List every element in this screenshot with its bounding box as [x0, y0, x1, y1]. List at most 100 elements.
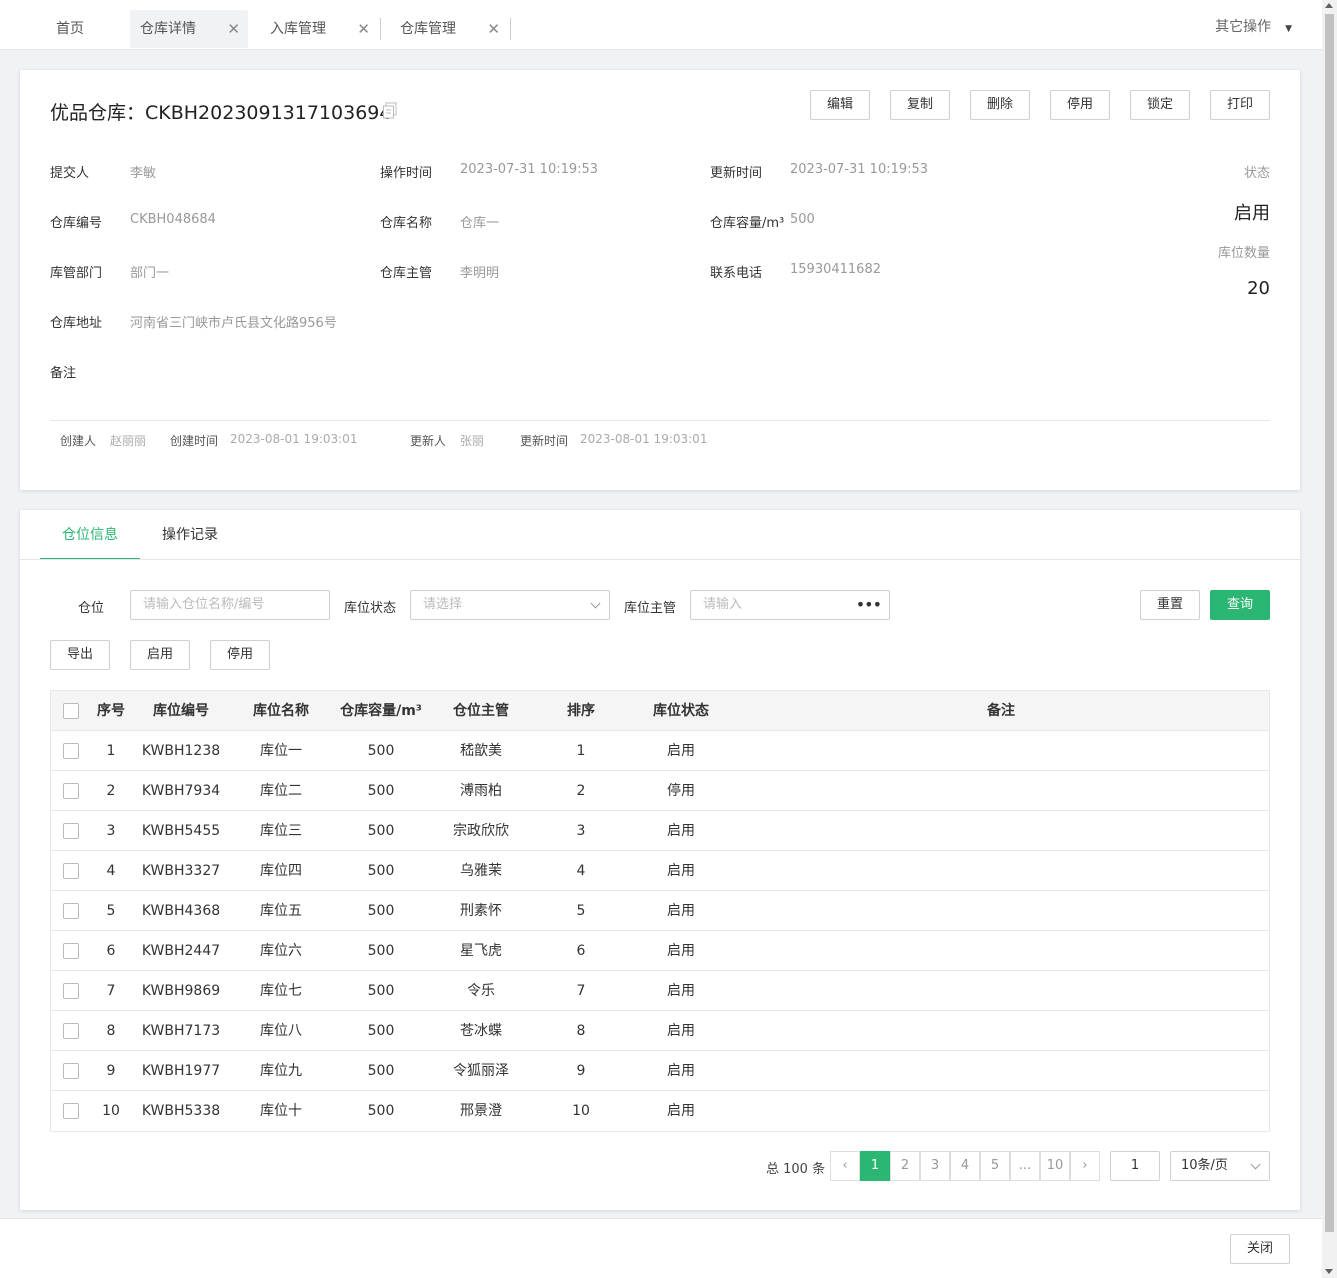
enable-button[interactable]: 启用 [130, 640, 190, 670]
table-cell: 苍冰蝶 [460, 1023, 502, 1039]
col-header: 备注 [987, 703, 1015, 719]
page-button[interactable]: 5 [980, 1151, 1010, 1181]
more-operations-dropdown[interactable]: 其它操作 ▼ [1215, 16, 1292, 36]
delete-button[interactable]: 删除 [970, 90, 1030, 120]
table-row[interactable]: 2 KWBH7934 库位二 500 溥雨柏 2 停用 [51, 771, 1269, 811]
footer-bar: 关闭 [0, 1218, 1322, 1278]
row-checkbox[interactable] [63, 903, 79, 919]
status-select[interactable]: 请选择 [410, 590, 610, 620]
col-header: 库位状态 [653, 703, 709, 719]
close-icon[interactable]: ✕ [487, 10, 500, 48]
table-cell: KWBH7934 [141, 783, 221, 799]
name-value: 仓库一 [460, 216, 500, 231]
query-button[interactable]: 查询 [1210, 590, 1270, 620]
scroll-down-icon[interactable] [1325, 1269, 1333, 1274]
close-icon[interactable]: ✕ [357, 10, 370, 48]
row-checkbox[interactable] [63, 943, 79, 959]
row-checkbox[interactable] [63, 743, 79, 759]
table-row[interactable]: 10 KWBH5338 库位十 500 邢景澄 10 启用 [51, 1091, 1269, 1131]
table-row[interactable]: 9 KWBH1977 库位九 500 令狐丽泽 9 启用 [51, 1051, 1269, 1091]
table-cell: 7 [106, 983, 116, 999]
next-page-button[interactable]: › [1070, 1151, 1100, 1181]
submitter-value: 李敏 [130, 166, 157, 181]
table-cell: 500 [367, 863, 395, 879]
table-cell: KWBH1238 [141, 743, 221, 759]
disable-selected-button[interactable]: 停用 [210, 640, 270, 670]
slot-search-input[interactable]: 请输入仓位名称/编号 [130, 590, 330, 620]
close-icon[interactable]: ✕ [227, 10, 240, 48]
export-button[interactable]: 导出 [50, 640, 110, 670]
row-checkbox[interactable] [63, 823, 79, 839]
table-cell: KWBH4368 [141, 903, 221, 919]
tab-op-log[interactable]: 操作记录 [140, 510, 240, 560]
row-checkbox[interactable] [63, 783, 79, 799]
page-button[interactable]: 10 [1040, 1151, 1070, 1181]
dept-value: 部门一 [130, 266, 170, 281]
table-cell: 启用 [667, 743, 695, 759]
page-button[interactable]: 4 [950, 1151, 980, 1181]
table-cell: 500 [367, 1063, 395, 1079]
prev-page-button[interactable]: ‹ [830, 1151, 860, 1181]
table-cell: 令乐 [467, 983, 495, 999]
manager-input-placeholder: 请输入 [703, 597, 743, 612]
scrollbar-thumb[interactable] [1325, 14, 1334, 1232]
row-checkbox[interactable] [63, 863, 79, 879]
table-cell: KWBH5338 [141, 1103, 221, 1119]
manager-input[interactable]: 请输入 ••• [690, 590, 890, 620]
table-row[interactable]: 8 KWBH7173 库位八 500 苍冰蝶 8 启用 [51, 1011, 1269, 1051]
table-cell: 启用 [667, 1063, 695, 1079]
table-row[interactable]: 7 KWBH9869 库位七 500 令乐 7 启用 [51, 971, 1269, 1011]
updater-value: 张丽 [460, 434, 485, 448]
table-cell: KWBH3327 [141, 863, 221, 879]
disable-button[interactable]: 停用 [1050, 90, 1110, 120]
row-checkbox[interactable] [63, 1063, 79, 1079]
chevron-down-icon [590, 598, 601, 609]
page-jump-input[interactable]: 1 [1110, 1151, 1160, 1181]
table-cell: 启用 [667, 943, 695, 959]
copy-icon[interactable] [382, 102, 398, 120]
table-row[interactable]: 4 KWBH3327 库位四 500 乌雅茉 4 启用 [51, 851, 1269, 891]
row-checkbox[interactable] [63, 1103, 79, 1119]
pagination-total: 总 100 条 [766, 1162, 826, 1177]
col-header: 仓库容量/m³ [340, 703, 422, 719]
row-checkbox[interactable] [63, 1023, 79, 1039]
tab-slot-info[interactable]: 仓位信息 [40, 510, 140, 560]
reset-button[interactable]: 重置 [1140, 590, 1200, 620]
row-checkbox[interactable] [63, 983, 79, 999]
copy-button[interactable]: 复制 [890, 90, 950, 120]
vertical-scrollbar[interactable] [1322, 0, 1337, 1278]
tab-home[interactable]: 首页 [46, 10, 126, 48]
table-row[interactable]: 5 KWBH4368 库位五 500 刑素怀 5 启用 [51, 891, 1269, 931]
table-cell: 500 [367, 1103, 395, 1119]
close-button[interactable]: 关闭 [1230, 1234, 1290, 1264]
capacity-label: 仓库容量/m³ [710, 216, 785, 231]
table-cell: 5 [106, 903, 116, 919]
phone-value: 15930411682 [790, 262, 881, 277]
table-cell: 乌雅茉 [460, 863, 502, 879]
page-button[interactable]: 3 [920, 1151, 950, 1181]
tab-inbound[interactable]: 入库管理 ✕ [260, 10, 378, 48]
table-row[interactable]: 6 KWBH2447 库位六 500 星飞虎 6 启用 [51, 931, 1269, 971]
table-row[interactable]: 1 KWBH1238 库位一 500 嵇歆美 1 启用 [51, 731, 1269, 771]
tab-warehouse-detail[interactable]: 仓库详情 ✕ [130, 10, 248, 48]
table-cell: 令狐丽泽 [453, 1063, 509, 1079]
select-all-checkbox[interactable] [63, 703, 79, 719]
table-row[interactable]: 3 KWBH5455 库位三 500 宗政欣欣 3 启用 [51, 811, 1269, 851]
table-cell: 3 [576, 823, 586, 839]
table-cell: 7 [576, 983, 586, 999]
table-cell: 500 [367, 783, 395, 799]
page-button[interactable]: 1 [860, 1151, 890, 1181]
more-icon[interactable]: ••• [856, 591, 882, 619]
optime-value: 2023-07-31 10:19:53 [460, 162, 599, 177]
print-button[interactable]: 打印 [1210, 90, 1270, 120]
page-size-select[interactable]: 10条/页 [1170, 1151, 1270, 1181]
edit-button[interactable]: 编辑 [810, 90, 870, 120]
scroll-up-icon[interactable] [1325, 3, 1333, 8]
status-value: 启用 [1234, 203, 1270, 224]
updated-value: 2023-08-01 19:03:01 [580, 432, 708, 446]
tab-warehouse-management[interactable]: 仓库管理 ✕ [390, 10, 508, 48]
status-filter-label: 库位状态 [344, 601, 397, 616]
page-ellipsis: ... [1010, 1151, 1040, 1181]
lock-button[interactable]: 锁定 [1130, 90, 1190, 120]
page-button[interactable]: 2 [890, 1151, 920, 1181]
